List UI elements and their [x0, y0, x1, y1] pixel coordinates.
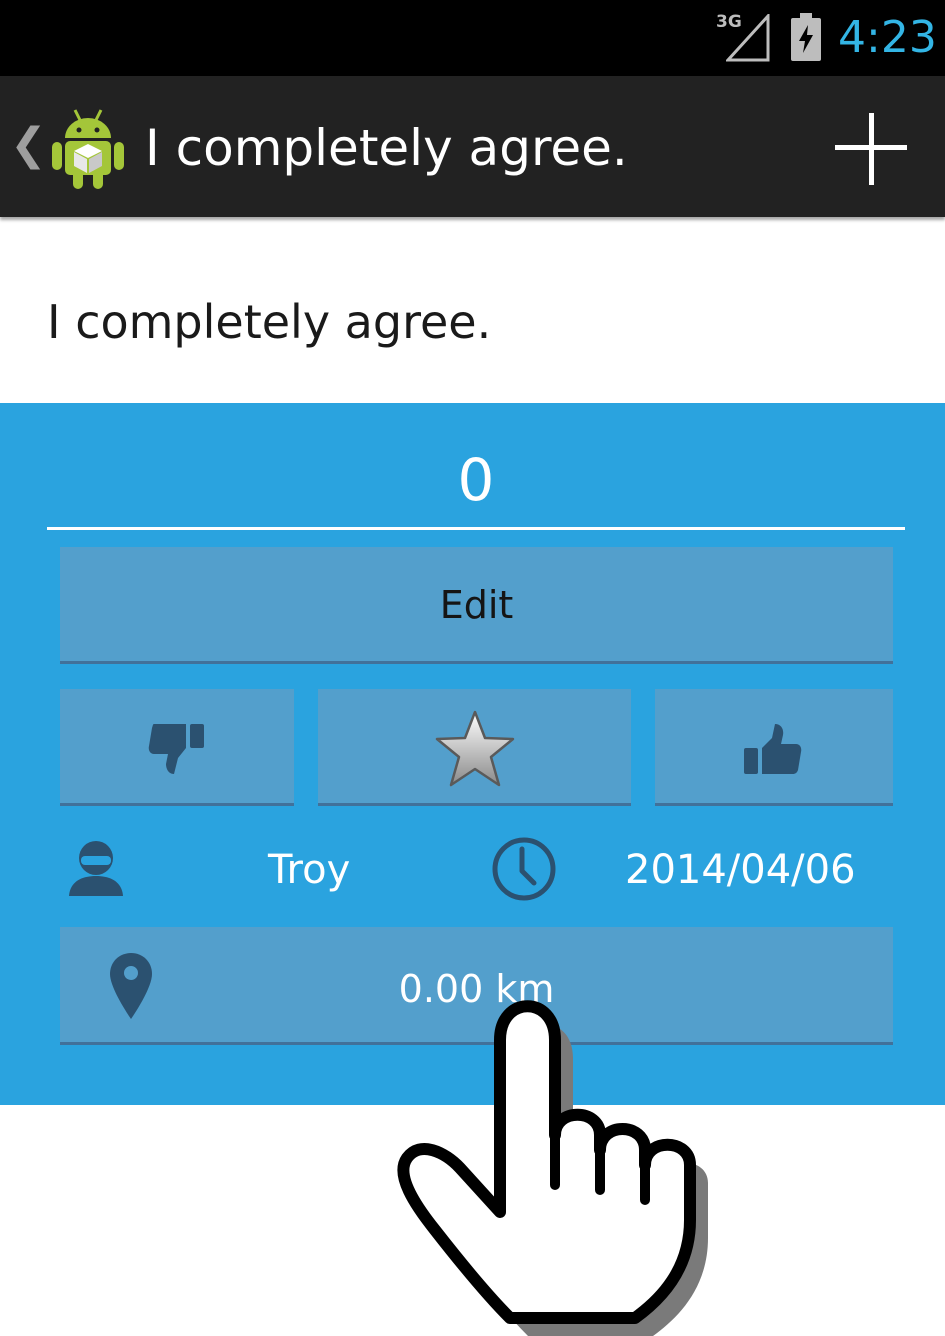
score-value: 0 [457, 446, 495, 514]
pointing-hand-icon [397, 1000, 708, 1336]
thumbs-up-icon [744, 724, 802, 774]
post-text: I completely agree. [47, 295, 492, 349]
favorite-button[interactable] [318, 689, 631, 806]
post-date: 2014/04/06 [625, 847, 856, 893]
edit-button-label: Edit [439, 583, 514, 627]
star-icon [435, 710, 515, 787]
android-icon[interactable] [49, 104, 127, 190]
action-bar-title: I completely agree. [145, 119, 628, 177]
battery-charging-icon [791, 13, 821, 61]
score-divider [47, 527, 905, 530]
edit-button[interactable]: Edit [60, 547, 893, 664]
vote-down-button[interactable] [60, 689, 294, 806]
clock-time: 4:23 [838, 12, 937, 63]
action-bar: ❮ I completely agree. [0, 76, 945, 217]
thumbs-down-icon [148, 724, 204, 774]
plus-icon[interactable] [826, 112, 916, 186]
vote-up-button[interactable] [655, 689, 893, 806]
author-name: Troy [268, 847, 351, 893]
user-icon [69, 841, 123, 896]
signal-icon [726, 14, 770, 62]
clock-icon [492, 837, 556, 901]
status-bar: 3G 4:23 [0, 0, 945, 76]
chevron-left-icon[interactable]: ❮ [10, 120, 47, 170]
